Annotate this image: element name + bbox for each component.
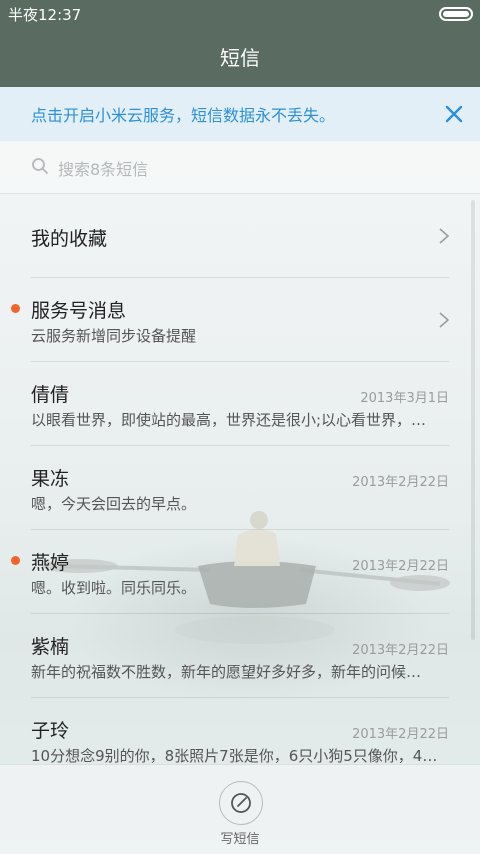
close-icon[interactable] <box>442 102 466 126</box>
search-input[interactable]: 搜索8条短信 <box>58 156 148 180</box>
title-bar: 短信 <box>0 26 480 87</box>
unread-dot <box>11 556 20 565</box>
conversation-date: 2013年3月1日 <box>360 391 449 406</box>
page-title: 短信 <box>220 46 260 70</box>
chevron-right-icon <box>439 312 450 328</box>
search-icon <box>32 158 48 174</box>
search-bar[interactable]: 搜索8条短信 <box>0 141 480 194</box>
battery-icon <box>439 7 473 21</box>
banner-text[interactable]: 点击开启小米云服务，短信数据永不丢失。 <box>31 102 335 126</box>
conversation-name: 燕婷 <box>31 552 70 574</box>
list-item-conversation[interactable]: 紫楠 2013年2月22日 新年的祝福数不胜数，新年的愿望好多好多，新年的问候… <box>0 614 480 698</box>
scrollbar[interactable] <box>471 200 475 640</box>
list-item-conversation[interactable]: 子玲 2013年2月22日 10分想念9别的你，8张照片7张是你，6只小狗5只像… <box>0 698 480 764</box>
conversation-preview: 10分想念9别的你，8张照片7张是你，6只小狗5只像你，4… <box>31 747 438 764</box>
status-bar: 半夜12:37 <box>0 0 480 26</box>
list-item-favorites[interactable]: 我的收藏 <box>0 194 480 278</box>
conversation-name: 紫楠 <box>31 636 70 658</box>
unread-dot <box>11 304 20 313</box>
conversation-preview: 新年的祝福数不胜数，新年的愿望好多好多，新年的问候… <box>31 663 422 681</box>
conversation-name: 我的收藏 <box>31 228 108 250</box>
list-item-conversation[interactable]: 倩倩 2013年3月1日 以眼看世界，即使站的最高，世界还是很小;以心看世界，… <box>0 362 480 446</box>
chevron-right-icon <box>439 228 450 244</box>
compose-label[interactable]: 写短信 <box>0 828 480 847</box>
conversation-name: 倩倩 <box>31 384 70 406</box>
list-item-conversation[interactable]: 果冻 2013年2月22日 嗯，今天会回去的早点。 <box>0 446 480 530</box>
conversation-date: 2013年2月22日 <box>352 475 449 490</box>
conversation-name: 果冻 <box>31 468 70 490</box>
compose-button[interactable] <box>219 781 263 825</box>
conversation-preview: 以眼看世界，即使站的最高，世界还是很小;以心看世界，… <box>31 411 427 429</box>
conversation-preview: 嗯。收到啦。同乐同乐。 <box>31 579 197 597</box>
compose-icon <box>231 793 251 813</box>
conversation-name: 子玲 <box>31 720 70 742</box>
conversation-date: 2013年2月22日 <box>352 727 449 742</box>
cloud-service-banner[interactable]: 点击开启小米云服务，短信数据永不丢失。 <box>0 87 480 141</box>
conversation-preview: 云服务新增同步设备提醒 <box>31 327 197 345</box>
status-time: 半夜12:37 <box>8 6 82 24</box>
conversation-name: 服务号消息 <box>31 300 127 322</box>
list-item-conversation[interactable]: 燕婷 2013年2月22日 嗯。收到啦。同乐同乐。 <box>0 530 480 614</box>
list-item-service-messages[interactable]: 服务号消息 云服务新增同步设备提醒 <box>0 278 480 362</box>
conversation-preview: 嗯，今天会回去的早点。 <box>31 495 197 513</box>
conversation-list[interactable]: 我的收藏 服务号消息 云服务新增同步设备提醒 倩倩 2013年3月1日 以眼看世… <box>0 194 480 764</box>
conversation-date: 2013年2月22日 <box>352 559 449 574</box>
conversation-date: 2013年2月22日 <box>352 643 449 658</box>
bottom-bar: 写短信 <box>0 764 480 854</box>
